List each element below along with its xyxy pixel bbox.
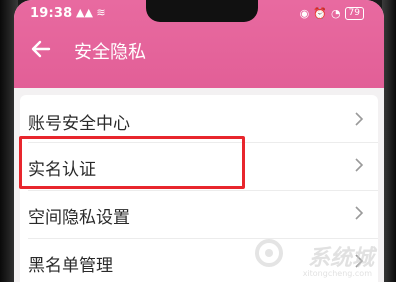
wifi-icon: ◔ [330, 6, 341, 20]
watermark-logo-icon [255, 239, 283, 267]
list-item-label: 账号安全中心 [28, 114, 130, 134]
header-bar: 19:38 ▲▲ ≋ ◉ ⏰ ◔ 79 安全隐私 [14, 0, 384, 88]
list-item-label: 黑名单管理 [28, 256, 113, 276]
status-icons: ◉ ⏰ ◔ 79 [300, 6, 364, 20]
page-title: 安全隐私 [74, 42, 146, 63]
watermark-text: 系统城 [307, 246, 374, 271]
eye-comfort-icon: ◉ [299, 6, 310, 20]
phone-bezel-right [382, 0, 396, 282]
list-item-privacy[interactable]: 空间隐私设置 [20, 191, 378, 237]
chevron-right-icon [355, 158, 364, 172]
watermark-url: xitongcheng.com [302, 269, 372, 278]
list-item-label: 空间隐私设置 [28, 208, 130, 228]
chevron-right-icon [355, 112, 364, 126]
back-button[interactable] [28, 36, 54, 62]
status-time: 19:38 [30, 6, 73, 21]
signal-icon: ▲▲ ≋ [76, 6, 106, 19]
phone-screen: 19:38 ▲▲ ≋ ◉ ⏰ ◔ 79 安全隐私 账号安全中心 实名认证 空间隐… [14, 0, 384, 282]
battery-level: 79 [348, 7, 360, 18]
camera-notch [146, 0, 258, 22]
arrow-left-icon [31, 40, 51, 58]
battery-icon: 79 [344, 6, 364, 20]
watermark: 系统城 xitongcheng.com [254, 234, 374, 278]
alarm-icon: ⏰ [313, 6, 327, 20]
chevron-right-icon [355, 206, 364, 220]
highlight-box [19, 136, 245, 189]
